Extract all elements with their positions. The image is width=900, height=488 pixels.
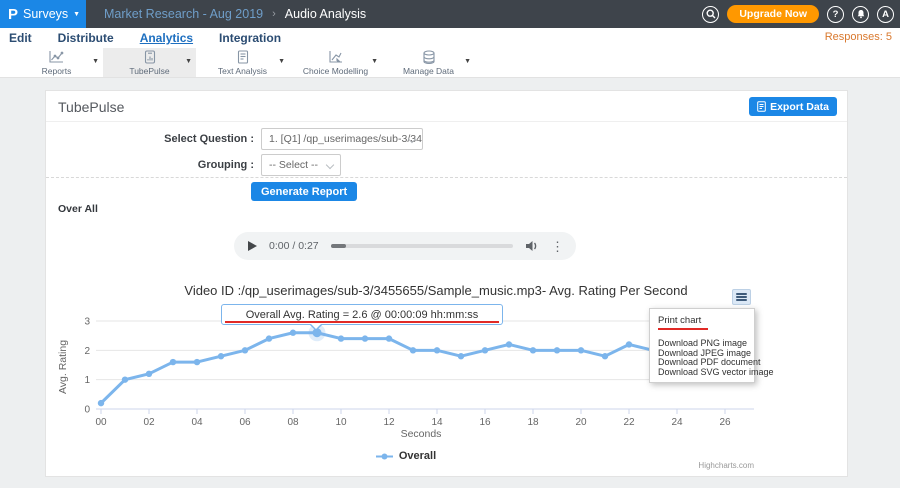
svg-text:12: 12 bbox=[383, 417, 395, 428]
top-bar: P Surveys ▼ Market Research - Aug 2019 ›… bbox=[0, 0, 900, 28]
svg-text:2: 2 bbox=[84, 346, 90, 357]
grouping-label: Grouping : bbox=[104, 159, 254, 171]
breadcrumb-separator: › bbox=[272, 8, 276, 20]
toolbar-item-text-analysis[interactable]: Text Analysis ▼ bbox=[196, 48, 289, 77]
chevron-down-icon[interactable]: ▼ bbox=[185, 58, 192, 65]
nav-item-distribute[interactable]: Distribute bbox=[58, 31, 114, 45]
player-seek-bar[interactable] bbox=[331, 244, 513, 248]
overall-section-label: Over All bbox=[58, 203, 98, 215]
page-title: TubePulse bbox=[58, 99, 124, 115]
survey-nav: Edit Distribute Analytics Integration Re… bbox=[0, 28, 900, 48]
svg-text:18: 18 bbox=[527, 417, 539, 428]
play-icon[interactable] bbox=[248, 241, 257, 251]
chevron-down-icon[interactable]: ▼ bbox=[464, 58, 471, 65]
upgrade-now-button[interactable]: Upgrade Now bbox=[727, 5, 819, 23]
svg-text:10: 10 bbox=[335, 417, 347, 428]
highcharts-credits: Highcharts.com bbox=[56, 461, 754, 470]
audio-player: 0:00 / 0:27 ⋮ bbox=[234, 232, 576, 260]
chevron-down-icon bbox=[326, 161, 334, 169]
svg-text:Seconds: Seconds bbox=[401, 428, 442, 440]
svg-text:0: 0 bbox=[84, 405, 90, 416]
app-window: P Surveys ▼ Market Research - Aug 2019 ›… bbox=[0, 0, 900, 488]
toolbar-item-tubepulse[interactable]: TubePulse ▼ bbox=[103, 48, 196, 77]
chevron-down-icon[interactable]: ▼ bbox=[371, 58, 378, 65]
svg-text:24: 24 bbox=[671, 417, 683, 428]
svg-text:Avg. Rating: Avg. Rating bbox=[57, 340, 69, 394]
select-question-label: Select Question : bbox=[104, 133, 254, 145]
player-time: 0:00 / 0:27 bbox=[269, 240, 319, 252]
svg-text:02: 02 bbox=[143, 417, 155, 428]
chevron-down-icon[interactable]: ▼ bbox=[92, 58, 99, 65]
svg-text:08: 08 bbox=[287, 417, 299, 428]
search-icon[interactable] bbox=[702, 6, 719, 23]
responses-count: Responses: 5 bbox=[825, 31, 892, 43]
notifications-bell-icon[interactable] bbox=[852, 6, 869, 23]
svg-text:06: 06 bbox=[239, 417, 251, 428]
product-name: Surveys bbox=[23, 7, 68, 21]
menu-item-print-chart[interactable]: Print chart bbox=[650, 313, 754, 327]
svg-text:00: 00 bbox=[95, 417, 107, 428]
volume-icon[interactable] bbox=[525, 240, 539, 252]
tooltip-red-underline bbox=[225, 321, 499, 324]
database-icon bbox=[422, 50, 436, 65]
nav-item-integration[interactable]: Integration bbox=[219, 31, 281, 45]
reports-chart-icon bbox=[48, 50, 65, 65]
player-menu-icon[interactable]: ⋮ bbox=[551, 240, 564, 253]
help-button[interactable]: ? bbox=[827, 6, 844, 23]
questionpro-logo-icon: P bbox=[8, 7, 18, 22]
text-document-icon bbox=[237, 50, 249, 65]
top-bar-actions: Upgrade Now ? A bbox=[702, 0, 894, 28]
chevron-down-icon: ▼ bbox=[73, 11, 80, 18]
toolbar-item-manage-data[interactable]: Manage Data ▼ bbox=[382, 48, 475, 77]
menu-item-download-svg[interactable]: Download SVG vector image bbox=[650, 368, 754, 378]
export-data-button[interactable]: Export Data bbox=[749, 97, 837, 116]
section-divider bbox=[46, 177, 847, 178]
svg-text:1: 1 bbox=[84, 375, 90, 386]
chevron-down-icon[interactable]: ▼ bbox=[278, 58, 285, 65]
tubepulse-panel: TubePulse Export Data Select Question : … bbox=[45, 90, 848, 477]
breadcrumb: Market Research - Aug 2019 › Audio Analy… bbox=[104, 0, 366, 28]
chart-context-menu: Print chart Download PNG image Download … bbox=[649, 308, 755, 383]
svg-text:20: 20 bbox=[575, 417, 587, 428]
player-seek-thumb[interactable] bbox=[331, 244, 346, 248]
nav-item-analytics[interactable]: Analytics bbox=[140, 31, 193, 45]
question-select[interactable]: 1. [Q1] /qp_userimages/sub-3/3455655/S..… bbox=[261, 128, 423, 150]
svg-text:26: 26 bbox=[719, 417, 731, 428]
toolbar-item-reports[interactable]: Reports ▼ bbox=[10, 48, 103, 77]
svg-text:3: 3 bbox=[84, 317, 90, 328]
export-file-icon bbox=[757, 101, 766, 112]
legend-line-marker-icon bbox=[376, 452, 394, 461]
breadcrumb-survey-name[interactable]: Market Research - Aug 2019 bbox=[104, 7, 263, 21]
analytics-toolbar: Reports ▼ TubePulse ▼ Text Analysis ▼ Ch… bbox=[0, 48, 900, 78]
grouping-select[interactable]: -- Select -- bbox=[261, 154, 341, 176]
surveys-product-menu[interactable]: P Surveys ▼ bbox=[0, 0, 86, 28]
generate-report-button[interactable]: Generate Report bbox=[251, 182, 357, 201]
svg-text:22: 22 bbox=[623, 417, 635, 428]
svg-text:14: 14 bbox=[431, 417, 443, 428]
breadcrumb-current-page: Audio Analysis bbox=[285, 7, 366, 21]
svg-text:16: 16 bbox=[479, 417, 491, 428]
tubepulse-device-icon bbox=[144, 50, 156, 65]
chart-tooltip: Overall Avg. Rating = 2.6 @ 00:00:09 hh:… bbox=[221, 304, 503, 325]
toolbar-item-choice-modelling[interactable]: Choice Modelling ▼ bbox=[289, 48, 382, 77]
nav-item-edit[interactable]: Edit bbox=[9, 31, 32, 45]
svg-text:04: 04 bbox=[191, 417, 203, 428]
account-avatar[interactable]: A bbox=[877, 6, 894, 23]
choice-chart-icon bbox=[328, 50, 344, 65]
panel-header: TubePulse Export Data bbox=[46, 91, 847, 122]
